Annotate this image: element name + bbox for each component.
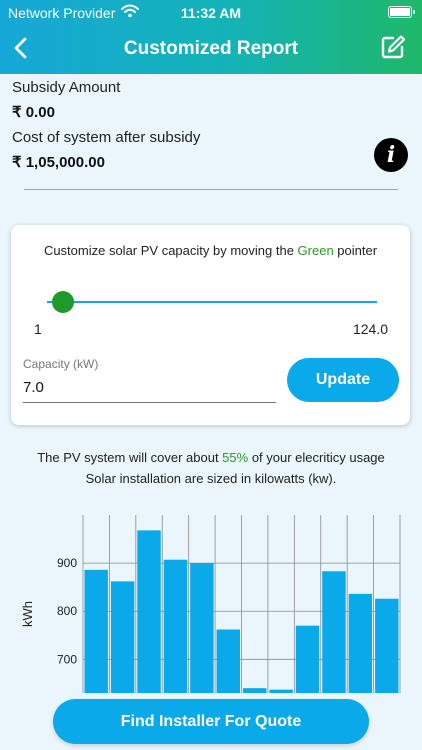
top-bar: Network Provider 11:32 AM Customized Rep… (0, 0, 422, 74)
chart-y-tick-label: 800 (57, 604, 77, 618)
info-icon[interactable]: i (374, 138, 408, 172)
card-title-suffix: pointer (333, 243, 378, 258)
capacity-input[interactable] (23, 373, 276, 403)
coverage-text: The PV system will cover about 55% of yo… (0, 450, 422, 465)
page-title: Customized Report (123, 38, 299, 59)
chart-bar (295, 625, 320, 693)
battery-icon (388, 6, 415, 18)
coverage-suffix: of your elecriticy usage (248, 450, 385, 465)
card-title-prefix: Customize solar PV capacity by moving th… (43, 243, 298, 258)
card-title: Customize solar PV capacity by moving th… (11, 243, 410, 258)
chart-bar (84, 569, 108, 693)
cost-after-subsidy-value: ₹ 1,05,000.00 (12, 154, 105, 171)
chart-bar (375, 598, 399, 693)
capacity-slider[interactable] (47, 290, 377, 314)
coverage-prefix: The PV system will cover about (37, 450, 223, 465)
status-time: 11:32 AM (180, 5, 242, 21)
status-bar: Network Provider 11:32 AM (0, 3, 422, 23)
chart-bar (243, 688, 267, 693)
update-button[interactable]: Update (287, 358, 399, 402)
edit-icon[interactable] (380, 34, 406, 60)
chart-bar (137, 530, 161, 693)
sizing-note: Solar installation are sized in kilowatt… (85, 471, 337, 486)
chart-bar (269, 689, 293, 693)
usage-bar-chart: 700 800 900 kWh (20, 515, 401, 693)
card-title-highlight: Green (297, 243, 334, 258)
capacity-field-label: Capacity (kW) (23, 357, 99, 371)
chart-bar (110, 581, 135, 693)
divider (24, 189, 398, 190)
chart-y-tick-label: 900 (57, 556, 77, 570)
coverage-percent: 55% (222, 450, 249, 465)
cost-after-subsidy-label: Cost of system after subsidy (12, 129, 201, 146)
slider-track[interactable] (47, 301, 377, 303)
slider-max-label: 124.0 (352, 321, 388, 337)
chart-bar (216, 629, 240, 693)
chart-y-tick-label: 700 (57, 652, 77, 666)
slider-min-label: 1 (34, 321, 42, 337)
chart-y-axis-label: kWh (20, 601, 35, 627)
find-installer-button[interactable]: Find Installer For Quote (53, 699, 369, 744)
slider-thumb[interactable] (52, 291, 75, 313)
subsidy-amount-label: Subsidy Amount (12, 79, 121, 96)
chart-bar (322, 571, 346, 693)
capacity-card: Customize solar PV capacity by moving th… (11, 225, 410, 425)
subsidy-amount-value: ₹ 0.00 (12, 104, 55, 121)
chart-bar (190, 563, 214, 693)
chart-bar (163, 559, 188, 693)
chart-bar (348, 593, 373, 693)
